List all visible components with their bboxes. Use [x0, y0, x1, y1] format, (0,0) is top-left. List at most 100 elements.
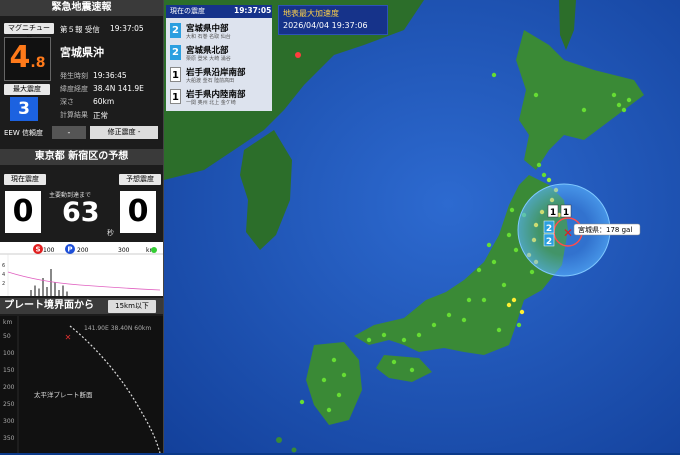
arrival-seconds: 63 [62, 197, 100, 228]
station-dot [626, 97, 632, 103]
current-intensity-value: 0 [5, 191, 41, 233]
quake-list-item[interactable]: 2 宮城県中部 大和 石巻 名取 仙台 [168, 21, 270, 43]
calc-result: 正常 [93, 111, 108, 120]
pga-datetime: 2026/04/04 19:37:06 [283, 21, 368, 30]
station-dot [513, 247, 519, 253]
station-dot [486, 242, 492, 248]
hypocenter-marker-icon: ✕ [65, 333, 72, 342]
station-dot [466, 297, 472, 303]
plate-y-tick: 150 [3, 367, 15, 374]
plate-section-svg: km 50 100 150 200 250 300 350 ✕ 141.90E 38.40N… [3, 316, 161, 454]
intensity-badge: 1 [170, 67, 181, 82]
plate-y-unit: km [3, 319, 12, 326]
wave-x-tick: 100 [43, 247, 55, 254]
station-dot [506, 232, 512, 238]
wave-bar [66, 291, 68, 296]
station-dot [581, 107, 587, 113]
quake-list-item[interactable]: 1 岩手県沿岸南部 大船渡 釜石 陸前高田 [168, 65, 270, 87]
predicted-intensity-label: 予想震度 [119, 174, 161, 185]
plate-y-tick: 50 [3, 333, 11, 340]
pga-title: 地表最大加速度 [283, 9, 339, 18]
wave-bar [54, 282, 56, 296]
latlon: 38.4N 141.9E [93, 84, 144, 93]
current-intensity-list: 現在の震度 19:37:05 2 宮城県中部 大和 石巻 名取 仙台 2 宮城県… [166, 5, 272, 111]
station-dot [509, 207, 515, 213]
intensity-badge: 1 [170, 89, 181, 104]
station-dot [491, 259, 497, 265]
station-dot [616, 102, 622, 108]
map-intensity-label: 1 [550, 208, 556, 218]
station-dot [506, 302, 512, 308]
eew-reliability-value[interactable]: - [52, 126, 86, 139]
report-info: 第５報 受信 [60, 25, 100, 34]
revise-value: - [137, 128, 141, 136]
wave-bar [46, 287, 48, 296]
station-dot [611, 92, 617, 98]
epicenter-region: 宮城県沖 [60, 46, 104, 59]
station-dot [536, 162, 542, 168]
magnitude-integer: 4 [9, 40, 31, 75]
wave-bar [34, 285, 36, 296]
station-dot [391, 359, 397, 365]
island [276, 437, 282, 443]
report-time: 19:37:05 [110, 24, 144, 33]
plate-y-tick: 250 [3, 401, 15, 408]
intensity-badge: 2 [170, 23, 181, 38]
station-dot [326, 407, 332, 413]
quake-list-title: 現在の震度 [170, 7, 205, 15]
station-dot [381, 332, 387, 338]
epicenter-icon: ✕ [563, 226, 573, 240]
wave-bar [58, 290, 60, 296]
predicted-intensity-value: 0 [120, 191, 156, 233]
origin-time-key: 発生時刻 [60, 72, 88, 80]
intensity-badge: 2 [170, 45, 181, 60]
latlon-key: 緯度経度 [60, 85, 88, 93]
wave-y-tick: 4 [2, 272, 5, 278]
station-dot [341, 372, 347, 378]
station-dot [546, 177, 552, 183]
wave-bar [30, 290, 32, 296]
magnitude-box: 4.8 [4, 37, 51, 81]
plate-y-tick: 300 [3, 418, 15, 425]
station-dot [331, 357, 337, 363]
calc-key: 計算結果 [60, 111, 88, 119]
map-intensity-label: 1 [563, 208, 569, 218]
eew-title: 緊急地震速報 [0, 0, 163, 16]
pga-tooltip: 宮城県：178 gal [578, 225, 632, 234]
seconds-unit: 秒 [107, 229, 114, 237]
station-dot [476, 267, 482, 273]
wave-y-tick: 2 [2, 281, 5, 287]
station-dot [533, 92, 539, 98]
station-dot [621, 107, 627, 113]
quake-list-header: 現在の震度 19:37:05 [166, 5, 272, 18]
plate-info: 141.90E 38.40N 60km [84, 325, 151, 332]
wave-chart-svg: 6 4 2 S P 100 200 300 km [0, 244, 163, 296]
island [291, 447, 297, 453]
quake-list-item[interactable]: 1 岩手県内陸南部 一関 奥州 北上 金ケ崎 [168, 87, 270, 109]
plate-y-tick: 200 [3, 384, 15, 391]
plate-y-tick: 350 [3, 435, 15, 442]
plate-boundary-line [69, 325, 161, 454]
revise-intensity-field[interactable]: 修正震度 - [90, 126, 158, 139]
magnitude-label: マグニチュード [4, 23, 54, 43]
wave-y-tick: 6 [2, 263, 5, 269]
plate-section: km 50 100 150 200 250 300 350 ✕ 141.90E 38.40N… [0, 316, 163, 454]
depth-filter-button[interactable]: 15km以下 [108, 300, 156, 313]
wave-x-tick: 300 [118, 247, 130, 254]
station-dot [409, 367, 415, 373]
wave-bar [50, 269, 52, 296]
forecast-title: 東京都 新宿区の予想 [0, 149, 163, 165]
station-dot [321, 377, 327, 383]
station-dot [446, 312, 452, 318]
quake-list-item[interactable]: 2 宮城県北部 栗原 登米 大崎 涌谷 [168, 43, 270, 65]
station-dot [541, 172, 547, 178]
map-intensity-label: 2 [546, 224, 552, 234]
wave-bar [38, 288, 40, 296]
p-wave-label: P [67, 246, 72, 254]
station-dot [431, 322, 437, 328]
depth-key: 深さ [60, 98, 74, 106]
quake-list-time: 19:37:05 [234, 6, 272, 15]
station-dot [366, 337, 372, 343]
station-dot [299, 399, 305, 405]
s-wave-label: S [35, 246, 40, 254]
